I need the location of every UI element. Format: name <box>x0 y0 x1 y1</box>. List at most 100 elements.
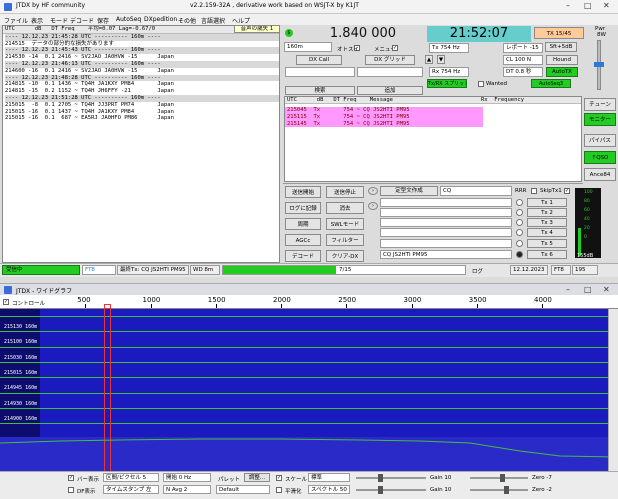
generate-std-msgs-button[interactable]: 定型文作成 <box>380 186 438 196</box>
band-activity-line[interactable]: 214600 -16 0.1 2416 ~ SV2JAO JA0HVW -15 … <box>5 68 279 75</box>
zero1-handle[interactable] <box>500 474 505 482</box>
filter-button[interactable]: フィルター <box>326 234 364 246</box>
up-arrow-button[interactable]: ▲ <box>425 55 433 64</box>
tx5-radio[interactable] <box>516 240 523 247</box>
tx2-message[interactable] <box>380 208 512 217</box>
tx5-button[interactable]: Tx 5 <box>527 239 567 248</box>
tx6-message[interactable]: CQ JS2HTI PM95 <box>380 250 512 259</box>
clear-dx-button[interactable]: クリア-DX <box>326 250 364 262</box>
maximize-icon[interactable]: □ <box>584 1 592 10</box>
tx2-button[interactable]: Tx 2 <box>527 208 567 217</box>
add-button[interactable]: 追加 <box>357 86 423 95</box>
minimize-icon[interactable]: – <box>566 1 570 10</box>
tx6-button[interactable]: Tx 6 <box>527 250 567 259</box>
menu-language[interactable]: 言語選択 <box>201 16 225 25</box>
tx2-radio[interactable] <box>516 209 523 216</box>
bin-per-pixel-spinner[interactable]: 区間/ピクセル 5 <box>103 473 159 482</box>
rrr-checkbox[interactable] <box>531 188 537 194</box>
menu-mode[interactable]: モード <box>50 16 68 25</box>
monitor-button[interactable]: モニター <box>584 113 616 126</box>
dt-field[interactable]: DT 0.8 秒 <box>503 67 543 77</box>
start-hz-spinner[interactable]: 開始 0 Hz <box>163 473 211 482</box>
erase-button[interactable]: 消去 <box>326 202 364 214</box>
pwr-slider-handle[interactable] <box>594 62 604 67</box>
tx-period-badge[interactable]: TX 15/45 <box>534 27 584 39</box>
band-activity-line[interactable]: 215015 -8 0.1 2705 ~ TQ4H JJ3PRT PM74 Ja… <box>5 102 279 109</box>
flatten-checkbox[interactable] <box>276 487 282 493</box>
band-activity-panel[interactable]: UTC dB DT Freq 平均=0.07 Lag=-0.67/0 ---- … <box>2 25 280 263</box>
band-select[interactable]: 160m <box>284 42 332 52</box>
rx-frequency-line[interactable]: 215145 Tx 754 ~ CQ JS2HTI PM95 <box>287 121 483 128</box>
menu-other[interactable]: その他 <box>178 16 196 25</box>
close-icon[interactable]: ✕ <box>603 1 610 10</box>
band-activity-line[interactable]: 214815 -10 0.1 1436 ~ TQ4H JA1KXY PM84 J… <box>5 81 279 88</box>
search-button[interactable]: 検索 <box>285 86 355 95</box>
df-checkbox[interactable] <box>68 487 74 493</box>
std-select[interactable]: 標準 <box>308 473 350 482</box>
qso-button[interactable]: ↑QSO <box>584 151 616 164</box>
timestamp-select[interactable]: タイムスタンプ 左 <box>103 485 159 494</box>
band-activity-line[interactable]: 214815 -15 0.2 1152 ~ TQ4H JH6FFY -21 Ja… <box>5 88 279 95</box>
swl-mode-button[interactable]: SWLモード <box>326 218 364 230</box>
bypass-button[interactable]: パイパス <box>584 134 616 147</box>
tx3-radio[interactable] <box>516 219 523 226</box>
bars-checkbox[interactable]: ✓ <box>68 475 74 481</box>
navg-spinner[interactable]: N Avg 2 <box>163 485 211 494</box>
rx-frequency-line[interactable]: 215045 Tx 754 ~ CQ JS2HTI PM95 <box>287 107 483 114</box>
widegraph-minimize-icon[interactable]: – <box>566 285 570 294</box>
waterfall-scrollbar[interactable] <box>608 309 618 471</box>
adjust-button[interactable]: 調整... <box>244 473 270 482</box>
band-activity-line[interactable]: 214515 データの部分的な損失があります <box>5 41 279 48</box>
tx6-radio[interactable] <box>516 251 523 258</box>
band-activity-line[interactable]: ---- 12.12.23 21:46:13 UTC ---------- 16… <box>5 60 279 68</box>
tx1-radio[interactable] <box>516 199 523 206</box>
tx5-message[interactable] <box>380 239 512 248</box>
scale-checkbox[interactable]: ✓ <box>276 475 282 481</box>
report-field[interactable]: レポート -15 <box>503 43 543 53</box>
tx3-message[interactable] <box>380 218 512 227</box>
tx-hz-field[interactable]: Tx 754 Hz <box>429 43 469 53</box>
cl-field[interactable]: CL 100 N <box>503 55 543 65</box>
palette-select[interactable]: Default <box>216 485 270 494</box>
gain1-slider[interactable] <box>356 474 426 482</box>
band-activity-line[interactable]: 214530 -14 0.1 2416 ~ SV2JAO JA0HVW -15 … <box>5 54 279 61</box>
decode-button[interactable]: デコード <box>285 250 321 262</box>
menu-help[interactable]: ヘルプ <box>232 16 250 25</box>
zero2-slider[interactable] <box>470 486 528 494</box>
dx-call-button[interactable]: DX Call <box>296 55 342 65</box>
band-activity-line[interactable]: ---- 12.12.23 21:45:28 UTC ---------- 16… <box>5 33 279 41</box>
spectral-spinner[interactable]: スペクトル 50 <box>308 485 350 494</box>
band-activity-line[interactable]: ---- 12.12.23 21:48:28 UTC ---------- 16… <box>5 74 279 82</box>
skip-tx1-checkbox[interactable]: ✓ <box>564 188 570 194</box>
menu-save[interactable]: 保存 <box>97 16 109 25</box>
tune-button[interactable]: チューン <box>584 98 616 111</box>
menu-autoseq[interactable]: AutoSeq <box>116 16 141 23</box>
control-bar-checkbox[interactable]: ✓ <box>3 299 9 305</box>
menu-decode[interactable]: デコード <box>70 16 94 25</box>
widegraph-close-icon[interactable]: ✕ <box>603 285 610 294</box>
rx-hz-field[interactable]: Rx 754 Hz <box>429 67 469 77</box>
menu-checkbox[interactable]: ✓ <box>392 45 398 51</box>
tx1-button[interactable]: Tx 1 <box>527 198 567 207</box>
zero1-slider[interactable] <box>470 474 528 482</box>
rx-frequency-panel[interactable]: UTC dB DT Freq Message Rx Frequency 2150… <box>284 96 582 182</box>
wanted-checkbox[interactable] <box>478 81 484 87</box>
autoseq-button[interactable]: AutoSeq3 <box>531 79 571 88</box>
tx1-message[interactable] <box>380 198 512 207</box>
dx-grid-button[interactable]: DX グリッド <box>365 55 415 65</box>
autotx-button[interactable]: AutoTX <box>546 67 578 77</box>
menu-dxpedition[interactable]: DXpedition <box>144 16 177 23</box>
dx-grid-input[interactable] <box>357 67 423 77</box>
log-qso-button[interactable]: ログに記録 <box>285 202 321 214</box>
zero2-handle[interactable] <box>504 486 509 494</box>
menu-view[interactable]: 表示 <box>31 16 43 25</box>
down-arrow-button[interactable]: ▼ <box>437 55 445 64</box>
gain2-slider[interactable] <box>356 486 426 494</box>
tx4-button[interactable]: Tx 4 <box>527 228 567 237</box>
hound-button[interactable]: Hound <box>546 55 578 65</box>
ance-button[interactable]: Ance84 <box>584 168 616 181</box>
dx-call-input[interactable] <box>285 67 355 77</box>
gain1-handle[interactable] <box>378 474 383 482</box>
period-button[interactable]: 周期 <box>285 218 321 230</box>
tx-rx-split-button[interactable]: Tx/RX スプリット <box>427 79 467 88</box>
